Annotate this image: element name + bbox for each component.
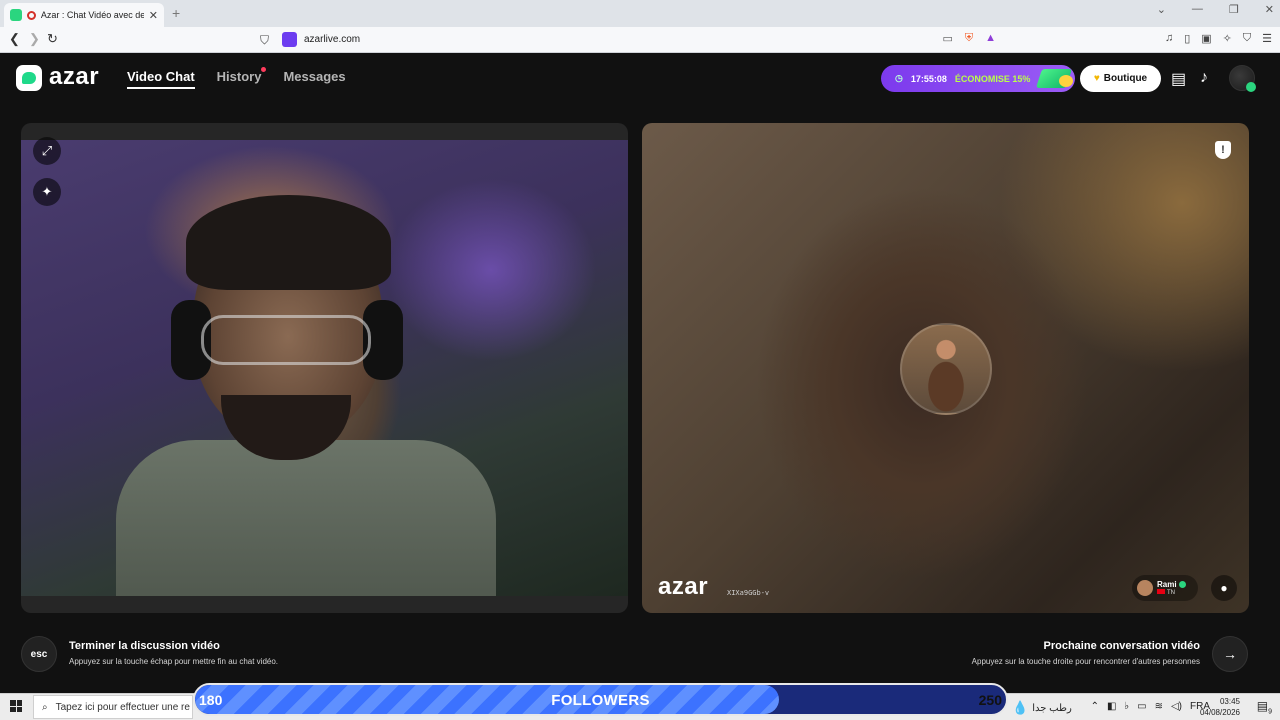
nav-messages[interactable]: Messages [283,69,345,89]
self-camera-feed [21,140,628,596]
self-video-panel: ⤢ ✦ [21,123,628,613]
wifi-icon[interactable]: ≋ [1155,701,1163,712]
clock-time: 03:45 [1219,697,1240,706]
back-icon[interactable]: ❮ [9,31,20,47]
verified-icon [1178,581,1186,589]
promo-banner[interactable]: ◷ 17:55:08 ÉCONOMISE 15% [881,65,1075,92]
followers-label: FOLLOWERS [551,692,650,709]
address-bar: ❮ ❯ ↻ ⛉ azarlive.com ▭ ⛨ ▲ ♫ ▯ ▣ ✧ ⛉ ☰ [0,27,1280,53]
recording-icon [26,10,36,20]
next-arrow-button[interactable]: → [1212,636,1248,672]
bookmark-icon[interactable]: ⛉ [260,33,272,47]
azar-logo-icon[interactable] [16,65,42,91]
wallet-icon[interactable]: ▣ [1201,32,1211,45]
sidebar-icon[interactable]: ▯ [1184,32,1190,45]
peer-avatar [900,323,992,415]
chat-bubble-icon[interactable]: ● [1211,575,1237,601]
esc-button[interactable]: esc [21,636,57,672]
notifications-icon[interactable]: ▤9 [1257,699,1272,715]
expand-icon[interactable]: ⤢ [33,137,61,165]
media-icon[interactable]: ♫ [1165,32,1173,45]
nav-history-label: History [216,69,262,84]
followers-goal-bar: 180 FOLLOWERS 250 [193,683,1008,716]
boutique-button[interactable]: ♥ Boutique [1080,65,1161,92]
search-icon: ⌕ [42,701,48,713]
browser-tab[interactable]: Azar : Chat Vidéo avec de no ✕ [4,3,164,27]
menu-icon[interactable]: ☰ [1262,32,1272,45]
tab-search-icon[interactable]: ⌄ [1157,3,1166,16]
volume-icon[interactable]: ◁) [1171,701,1182,712]
taskbar-weather[interactable]: 💧 رطب جدا [1012,700,1072,716]
peer-country: TN [1167,590,1175,596]
site-info-icon[interactable] [282,32,297,47]
restore-button[interactable]: ❐ [1229,3,1239,16]
tray-app-icon[interactable]: ◧ [1107,701,1116,712]
forward-icon[interactable]: ❯ [29,31,40,47]
url-actions: ▭ ⛨ ▲ [942,32,996,45]
glasses [201,315,371,365]
azar-watermark: azar [658,573,709,600]
report-shield-icon[interactable]: ! [1215,141,1231,159]
peer-name: Rami [1157,580,1177,589]
browser-toolbar: ♫ ▯ ▣ ✧ ⛉ ☰ [1165,32,1272,45]
end-chat-subtitle: Appuyez sur la touche échap pour mettre … [69,657,279,666]
inbox-icon[interactable]: ▤ [1171,69,1186,89]
system-tray: ⌃ ◧ ♭ ▭ ≋ ◁) FRA [1091,701,1210,712]
peer-video-panel: ! azar XIXa9GGb-v Rami TN ● [642,123,1249,613]
magic-wand-icon[interactable]: ✦ [33,178,61,206]
new-tab-button[interactable]: + [172,5,180,21]
followers-goal: 250 [978,692,1002,708]
user-avatar[interactable] [1229,65,1256,92]
peer-profile-chip[interactable]: Rami TN [1132,575,1198,601]
search-placeholder: Tapez ici pour effectuer une re [55,701,190,713]
taskbar-clock[interactable]: 03:45 04/08/2026 [1200,696,1240,718]
taskbar-search[interactable]: ⌕ Tapez ici pour effectuer une re [33,695,193,719]
level-badge [1246,82,1256,92]
main-nav: Video Chat History Messages [127,67,346,89]
bell-icon[interactable]: ♪ [1200,69,1208,87]
azar-favicon-icon [10,9,22,21]
rewards-icon[interactable]: ▲ [985,32,996,45]
boutique-label: Boutique [1103,73,1148,84]
app-header: azar Video Chat History Messages ◷ 17:55… [0,53,1280,105]
peer-mini-avatar [1137,580,1153,596]
end-chat-title: Terminer la discussion vidéo [69,640,220,652]
promo-timer: 17:55:08 [910,73,947,84]
notification-count: 9 [1268,708,1272,716]
promo-text: ÉCONOMISE 15% [954,73,1031,84]
clock-date: 04/08/2026 [1199,708,1240,717]
brave-shields-icon[interactable]: ⛨ [965,32,973,45]
window-controls: ⌄ — ❐ ✕ [1157,3,1274,16]
nav-video-chat[interactable]: Video Chat [127,69,195,89]
minimize-button[interactable]: — [1192,3,1203,16]
notification-dot [261,67,267,72]
close-tab-icon[interactable]: ✕ [149,9,158,22]
network-icon[interactable]: ▭ [1137,701,1146,712]
weather-text: رطب جدا [1032,702,1072,714]
vpn-icon[interactable]: ⛉ [1243,32,1251,45]
tunisia-flag-icon [1157,589,1165,594]
gem-heart-icon: ♥ [1093,73,1100,84]
leo-ai-icon[interactable]: ✧ [1223,32,1232,45]
close-window-button[interactable]: ✕ [1265,3,1274,16]
tab-title: Azar : Chat Vidéo avec de no [40,10,144,20]
nav-history[interactable]: History [216,67,267,89]
cast-icon[interactable]: ▭ [942,32,952,45]
coin-icon [1059,75,1073,87]
session-id: XIXa9GGb-v [727,589,770,597]
reload-icon[interactable]: ↻ [47,31,58,47]
url-text: azarlive.com [304,34,361,45]
windows-start-icon[interactable] [10,700,22,712]
tray-chevron-icon[interactable]: ⌃ [1091,701,1099,712]
url-field[interactable]: ⛉ azarlive.com ▭ ⛨ ▲ [254,29,1000,51]
microphone-icon[interactable]: ♭ [1124,701,1129,712]
brand-name[interactable]: azar [49,63,99,91]
timer-icon: ◷ [895,73,903,83]
droplet-icon: 💧 [1012,700,1029,715]
next-chat-title: Prochaine conversation vidéo [1043,640,1201,652]
next-chat-subtitle: Appuyez sur la touche droite pour rencon… [971,657,1200,666]
browser-tab-bar: Azar : Chat Vidéo avec de no ✕ + ⌄ — ❐ ✕ [0,0,1280,27]
